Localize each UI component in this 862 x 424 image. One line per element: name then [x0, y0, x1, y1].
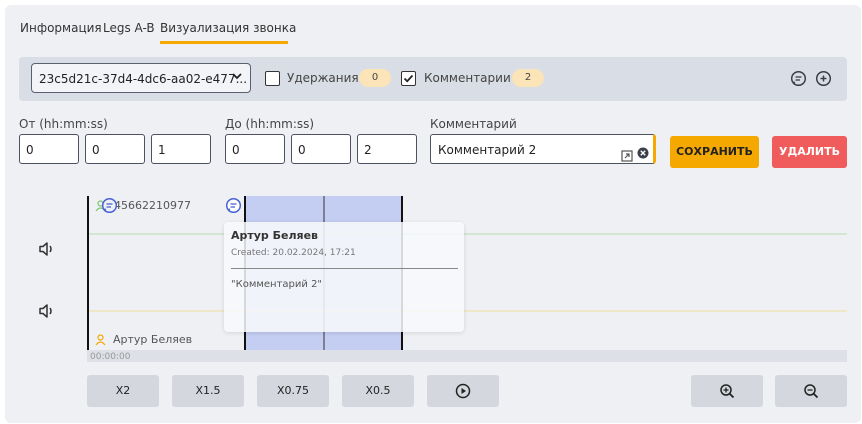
time-start: 00:00:00 — [90, 352, 131, 362]
from-label: От (hh:mm:ss) — [19, 117, 108, 131]
call-id-select[interactable]: 23c5d21c-37d4-4dc6-aa02-e477... — [31, 63, 251, 93]
to-hours-input[interactable]: 0 — [225, 134, 285, 164]
comments-count-badge: 2 — [512, 69, 544, 87]
callee-name: Артур Беляев — [113, 333, 193, 346]
callee-speaker-icon[interactable] — [38, 302, 56, 320]
chevron-down-icon — [231, 64, 243, 92]
comment-tooltip: Артур Беляев Created: 20.02.2024, 17:21 … — [224, 222, 464, 332]
delete-button[interactable]: УДАЛИТЬ — [772, 136, 847, 168]
holds-count-badge: 0 — [359, 69, 391, 87]
comments-label: Комментарии — [424, 71, 511, 85]
comment-author: Артур Беляев — [231, 229, 319, 242]
speed-x0-75-button[interactable]: X0.75 — [257, 375, 329, 407]
tab-call-visualization[interactable]: Визуализация звонка — [160, 21, 296, 44]
comment-icon[interactable] — [790, 70, 807, 87]
callee-user-icon — [95, 331, 106, 350]
zoom-out-icon — [804, 384, 819, 399]
comment-input[interactable]: Комментарий 2 — [430, 134, 656, 164]
speed-x0-5-button[interactable]: X0.5 — [342, 375, 414, 407]
comment-value: Комментарий 2 — [438, 143, 537, 157]
caller-number: 45662210977 — [114, 199, 191, 212]
comment-text: "Комментарий 2" — [231, 279, 323, 290]
to-label: До (hh:mm:ss) — [225, 117, 315, 131]
clear-icon[interactable] — [637, 140, 649, 170]
comment-marker-icon[interactable] — [101, 197, 118, 218]
expand-icon[interactable] — [621, 143, 633, 173]
to-seconds-input[interactable]: 2 — [357, 134, 417, 164]
zoom-in-button[interactable] — [691, 375, 763, 407]
zoom-in-icon — [720, 384, 735, 399]
call-timeline[interactable] — [87, 196, 847, 350]
from-seconds-input[interactable]: 1 — [151, 134, 211, 164]
play-button[interactable] — [427, 375, 499, 407]
save-button[interactable]: СОХРАНИТЬ — [670, 136, 759, 168]
comments-checkbox[interactable] — [401, 71, 416, 86]
zoom-out-button[interactable] — [775, 375, 847, 407]
to-minutes-input[interactable]: 0 — [291, 134, 351, 164]
call-id-value: 23c5d21c-37d4-4dc6-aa02-e477... — [39, 72, 248, 86]
play-icon — [455, 383, 471, 399]
holds-checkbox[interactable] — [265, 71, 280, 86]
speed-x2-button[interactable]: X2 — [87, 375, 159, 407]
caller-speaker-icon[interactable] — [38, 240, 56, 258]
holds-label: Удержания — [287, 71, 359, 85]
timeline-scrollbar[interactable] — [87, 350, 847, 362]
tab-legs[interactable]: Legs A-B — [103, 21, 155, 35]
tab-info[interactable]: Информация — [20, 21, 102, 35]
toolbar: 23c5d21c-37d4-4dc6-aa02-e477... Удержани… — [19, 57, 847, 101]
speed-x1-5-button[interactable]: X1.5 — [172, 375, 244, 407]
comment-created: Created: 20.02.2024, 17:21 — [231, 248, 356, 258]
divider — [231, 268, 458, 269]
from-hours-input[interactable]: 0 — [19, 134, 79, 164]
comment-label: Комментарий — [430, 117, 517, 131]
comment-marker-icon[interactable] — [225, 197, 242, 218]
from-minutes-input[interactable]: 0 — [85, 134, 145, 164]
add-comment-icon[interactable] — [815, 70, 832, 87]
